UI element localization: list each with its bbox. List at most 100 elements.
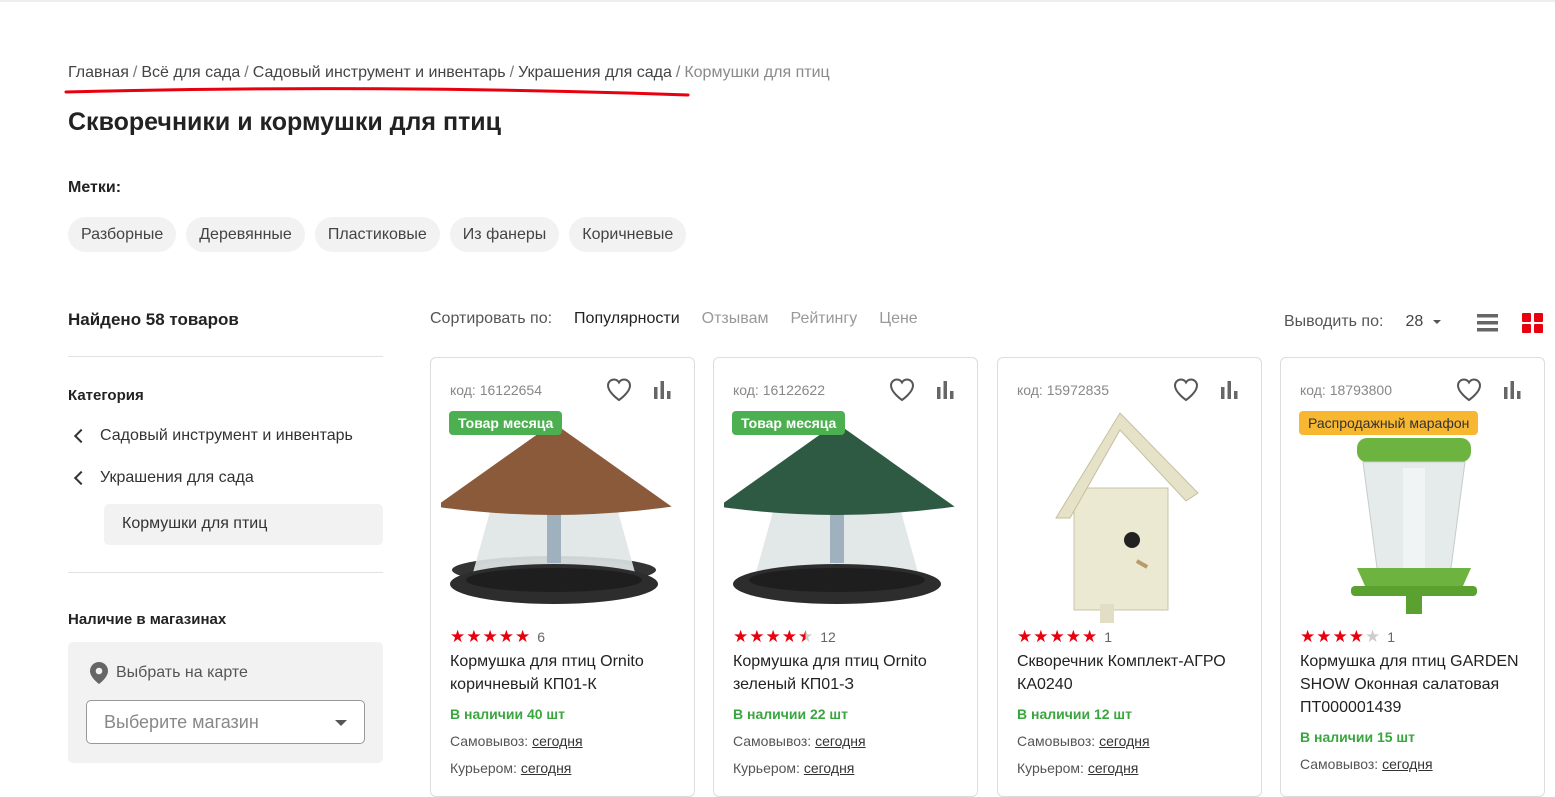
rating-stars: ★ ★ ★ ★ ★ 1 (1017, 628, 1112, 646)
star-icon: ★ (765, 627, 781, 646)
pickup-info: Самовывоз: сегодня (1017, 733, 1150, 749)
compare-icon[interactable] (653, 380, 671, 400)
product-card[interactable]: код: 16122654 Товар месяца ★ ★ ★ ★ ★ 6 Корму… (430, 357, 695, 797)
product-card[interactable]: код: 18793800 Распродажный марафон ★ ★ ★ ★ ★… (1280, 357, 1545, 797)
tag-chip[interactable]: Разборные (68, 217, 177, 252)
per-page-label: Выводить по: (1284, 313, 1384, 330)
store-select[interactable]: Выберите магазин (86, 700, 365, 744)
tag-chip[interactable]: Деревянные (186, 217, 305, 252)
courier-date-link[interactable]: сегодня (1088, 760, 1139, 776)
tags-title: Метки: (68, 179, 122, 196)
star-icon: ★ (482, 627, 498, 646)
per-page: Выводить по: 28 (1284, 313, 1442, 331)
product-name[interactable]: Скворечник Комплект-АГРО КА0240 (1017, 650, 1252, 696)
breadcrumb-current: Кормушки для птиц (684, 64, 830, 81)
pickup-info: Самовывоз: сегодня (1300, 756, 1433, 772)
tag-chip[interactable]: Коричневые (569, 217, 687, 252)
pickup-date-link[interactable]: сегодня (1382, 756, 1433, 772)
courier-label: Курьером: (1017, 760, 1084, 776)
divider (68, 572, 383, 573)
sort-option-popularity[interactable]: Популярности (574, 310, 680, 328)
rating-stars: ★ ★ ★ ★ ★ 12 (733, 628, 836, 646)
store-select-placeholder: Выберите магазин (104, 712, 259, 732)
category-link[interactable]: Садовый инструмент и инвентарь (73, 427, 353, 445)
pickup-date-link[interactable]: сегодня (1099, 733, 1150, 749)
tag-chip[interactable]: Пластиковые (314, 217, 440, 252)
per-page-value: 28 (1405, 313, 1424, 330)
stock-status: В наличии 40 шт (450, 706, 565, 722)
per-page-select[interactable]: 28 (1405, 313, 1442, 331)
star-icon: ★ (466, 627, 482, 646)
star-icon: ★ (733, 627, 749, 646)
stock-status: В наличии 15 шт (1300, 729, 1415, 745)
product-code: код: 15972835 (1017, 382, 1109, 398)
grid-view-icon[interactable] (1522, 313, 1543, 333)
red-annotation-underline (64, 87, 690, 97)
product-name[interactable]: Кормушка для птиц Ornito зеленый КП01-З (733, 650, 968, 696)
pickup-info: Самовывоз: сегодня (733, 733, 866, 749)
compare-icon[interactable] (936, 380, 954, 400)
heart-icon[interactable] (606, 378, 632, 402)
star-empty-icon: ★ (1365, 627, 1381, 646)
product-code: код: 16122622 (733, 382, 825, 398)
star-icon: ★ (1049, 627, 1065, 646)
courier-info: Курьером: сегодня (450, 760, 571, 776)
star-icon: ★ (781, 627, 797, 646)
half-star-icon: ★ (798, 627, 814, 646)
star-icon: ★ (498, 627, 514, 646)
list-view-icon[interactable] (1477, 313, 1498, 333)
chevron-down-icon (1433, 320, 1442, 324)
map-link[interactable]: Выбрать на карте (90, 662, 248, 684)
sort-option-rating[interactable]: Рейтингу (790, 310, 857, 328)
pickup-label: Самовывоз: (1300, 756, 1379, 772)
star-icon: ★ (1082, 627, 1098, 646)
rating-stars: ★ ★ ★ ★ ★ 6 (450, 628, 545, 646)
courier-date-link[interactable]: сегодня (521, 760, 572, 776)
product-image[interactable] (724, 408, 969, 623)
product-name[interactable]: Кормушка для птиц Ornito коричневый КП01… (450, 650, 685, 696)
compare-icon[interactable] (1503, 380, 1521, 400)
chevron-left-icon (73, 428, 89, 444)
product-badge: Распродажный марафон (1299, 411, 1479, 435)
category-label: Украшения для сада (100, 469, 254, 486)
product-code: код: 16122654 (450, 382, 542, 398)
sort-bar: Сортировать по: Популярности Отзывам Рей… (430, 310, 918, 328)
sort-option-reviews[interactable]: Отзывам (702, 310, 769, 328)
category-active[interactable]: Кормушки для птиц (104, 504, 383, 545)
stores-filter: Выбрать на карте Выберите магазин (68, 642, 383, 763)
pickup-label: Самовывоз: (1017, 733, 1096, 749)
map-pin-icon (90, 662, 108, 684)
sort-option-price[interactable]: Цене (879, 310, 917, 328)
pickup-label: Самовывоз: (450, 733, 529, 749)
category-link[interactable]: Украшения для сада (73, 469, 254, 487)
pickup-date-link[interactable]: сегодня (815, 733, 866, 749)
review-count[interactable]: 6 (537, 629, 545, 645)
product-code: код: 18793800 (1300, 382, 1392, 398)
compare-icon[interactable] (1220, 380, 1238, 400)
tag-chip[interactable]: Из фанеры (449, 217, 560, 252)
heart-icon[interactable] (1456, 378, 1482, 402)
chevron-down-icon (335, 720, 347, 726)
page-title: Скворечники и кормушки для птиц (68, 108, 502, 136)
review-count[interactable]: 1 (1104, 629, 1112, 645)
heart-icon[interactable] (1173, 378, 1199, 402)
review-count[interactable]: 1 (1387, 629, 1395, 645)
product-image[interactable] (441, 408, 686, 623)
product-image[interactable] (1291, 408, 1536, 623)
review-count[interactable]: 12 (820, 629, 836, 645)
product-name[interactable]: Кормушка для птиц GARDEN SHOW Оконная са… (1300, 650, 1535, 719)
found-count: Найдено 58 товаров (68, 310, 239, 329)
courier-info: Курьером: сегодня (733, 760, 854, 776)
product-card[interactable]: код: 15972835 ★ ★ ★ ★ ★ 1 Скворечник Комплек… (997, 357, 1262, 797)
star-icon: ★ (450, 627, 466, 646)
chevron-left-icon (73, 470, 89, 486)
pickup-date-link[interactable]: сегодня (532, 733, 583, 749)
courier-label: Курьером: (733, 760, 800, 776)
product-image[interactable] (1008, 408, 1253, 623)
stock-status: В наличии 22 шт (733, 706, 848, 722)
heart-icon[interactable] (889, 378, 915, 402)
star-icon: ★ (1332, 627, 1348, 646)
product-card[interactable]: код: 16122622 Товар месяца ★ ★ ★ ★ ★ 12 Корм… (713, 357, 978, 797)
tag-list: Разборные Деревянные Пластиковые Из фане… (68, 217, 687, 252)
courier-date-link[interactable]: сегодня (804, 760, 855, 776)
